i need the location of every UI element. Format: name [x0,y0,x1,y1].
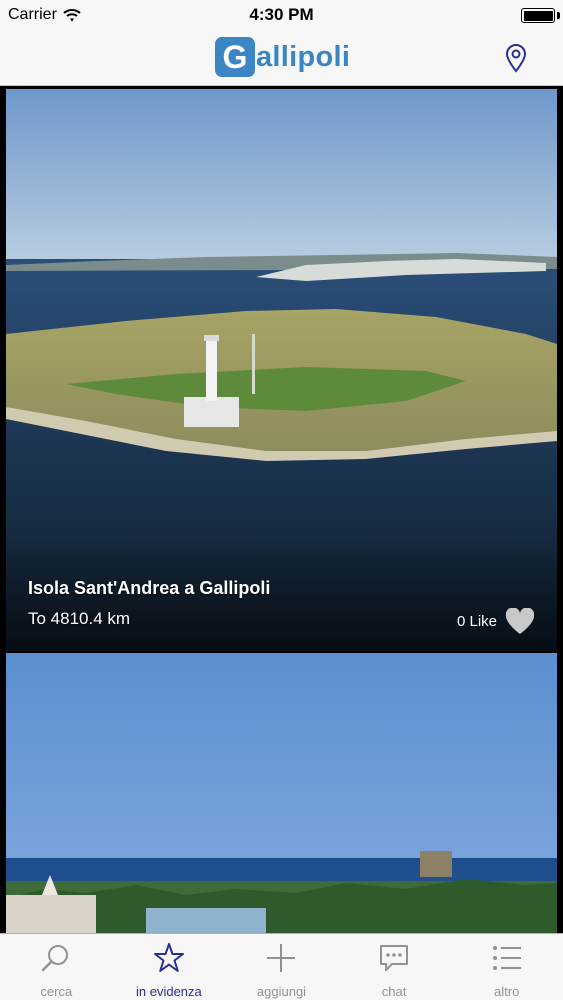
tab-label: aggiungi [256,984,307,999]
tab-cerca[interactable]: cerca [0,934,113,1000]
heart-icon[interactable] [505,608,535,635]
tab-label: in evidenza [136,984,202,999]
plus-icon [267,944,296,972]
like-control[interactable]: 0 Like [457,608,535,635]
like-count: 0 Like [456,613,497,630]
map-pin-button[interactable] [501,41,531,75]
map-pin-icon [505,44,527,73]
navigation-bar: G allipoli [0,30,563,86]
logo-letter: G [215,37,255,77]
tab-label: altro [494,984,520,999]
featured-feed[interactable]: Isola Sant'Andrea a Gallipoli To 4810.4 … [0,86,563,933]
tab-chat[interactable]: chat [338,934,451,1000]
tab-bar: cerca in evidenza aggiungi chat altro [0,933,563,1000]
feed-card[interactable]: Isola Sant'Andrea a Gallipoli To 4810.4 … [6,89,557,651]
tab-altro[interactable]: altro [450,934,563,1000]
tab-in-evidenza[interactable]: in evidenza [113,934,226,1000]
place-distance: To 4810.4 km [28,609,131,628]
tab-label: chat [381,984,407,999]
app-logo: G allipoli [215,37,350,77]
tab-aggiungi[interactable]: aggiungi [225,934,338,1000]
chat-icon [380,945,409,971]
tab-label: cerca [40,984,73,999]
status-time: 4:30 PM [249,5,314,24]
search-icon [42,945,69,972]
logo-text: allipoli [256,40,351,73]
list-icon [492,946,521,970]
status-bar: Carrier 4:30 PM [0,0,563,30]
battery-icon [521,8,555,23]
feed-card[interactable] [6,653,557,933]
star-icon [153,943,184,972]
place-title: Isola Sant'Andrea a Gallipoli [28,578,271,598]
place-photo [6,653,557,933]
